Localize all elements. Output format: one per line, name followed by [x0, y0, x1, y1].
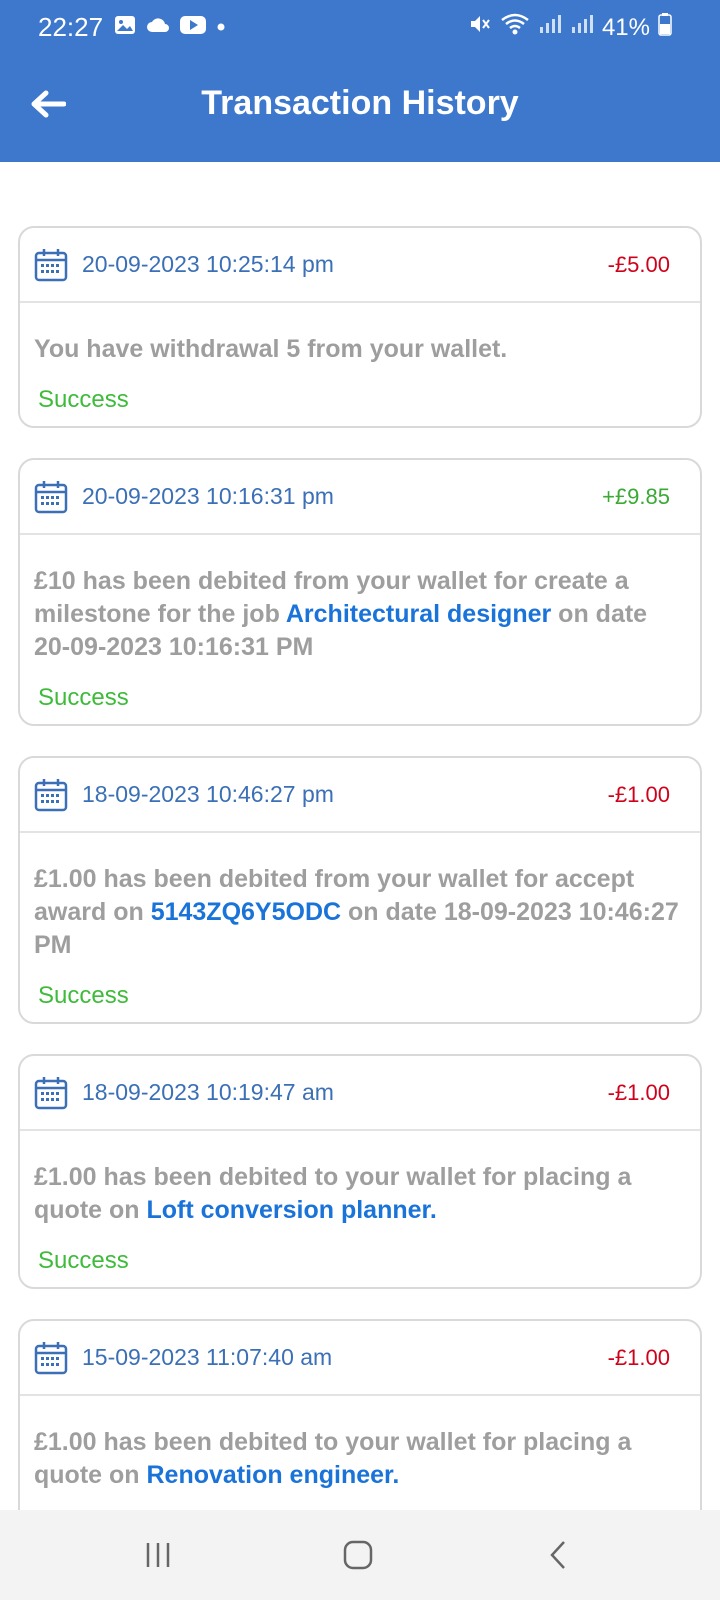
transaction-body: £1.00 has been debited from your wallet …: [20, 833, 700, 1022]
description-text: You have withdrawal 5 from your wallet.: [34, 335, 508, 363]
transaction-description: £1.00 has been debited to your wallet fo…: [34, 1161, 686, 1227]
transaction-header: 18-09-2023 10:19:47 am -£1.00: [20, 1056, 700, 1131]
battery-percent: 41%: [601, 13, 650, 41]
battery-icon: [658, 12, 672, 43]
app-screen: 22:27 41% Transaction History 20-09-2023…: [0, 0, 720, 1600]
calendar-icon: [34, 1341, 68, 1375]
status-label: Success: [38, 1247, 129, 1274]
transaction-card: 18-09-2023 10:19:47 am -£1.00 £1.00 has be…: [18, 1054, 702, 1289]
transaction-date: 20-09-2023 10:16:31 pm: [82, 483, 334, 509]
gallery-icon: [114, 14, 136, 41]
transaction-body: £1.00 has been debited to your wallet fo…: [20, 1131, 700, 1287]
calendar-icon: [34, 480, 68, 514]
cloud-icon: [146, 16, 170, 39]
transaction-description: £10 has been debited from your wallet fo…: [34, 565, 686, 664]
recent-apps-button[interactable]: [118, 1530, 198, 1580]
wifi-icon: [500, 12, 530, 43]
transaction-list: 20-09-2023 10:25:14 pm -£5.00 You have wit…: [18, 226, 702, 1584]
transaction-amount: +£9.85: [602, 483, 670, 509]
signal-icon: [538, 13, 562, 42]
status-label: Success: [38, 386, 129, 413]
recent-apps-icon: [146, 1543, 170, 1567]
signal-icon-2: [570, 13, 594, 42]
transaction-date: 18-09-2023 10:19:47 am: [82, 1079, 334, 1105]
dot-icon: [216, 19, 226, 37]
transaction-amount: -£1.00: [607, 781, 670, 807]
transaction-header: 18-09-2023 10:46:27 pm -£1.00: [20, 758, 700, 833]
transaction-description: £1.00 has been debited to your wallet fo…: [34, 1426, 686, 1492]
transaction-card: 20-09-2023 10:16:31 pm +£9.85 £10 has been…: [18, 458, 702, 726]
transaction-body: £10 has been debited from your wallet fo…: [20, 535, 700, 724]
status-label: Success: [38, 684, 129, 711]
home-icon: [343, 1540, 373, 1570]
notification-icons: [114, 14, 226, 41]
app-header: 22:27 41% Transaction History: [0, 0, 720, 162]
system-icons: 41%: [468, 12, 672, 43]
job-link[interactable]: Loft conversion planner.: [146, 1196, 436, 1224]
job-link[interactable]: Architectural designer: [286, 600, 551, 628]
transaction-body: You have withdrawal 5 from your wallet. S…: [20, 303, 700, 426]
transaction-description: £1.00 has been debited from your wallet …: [34, 863, 686, 962]
transaction-amount: -£1.00: [607, 1079, 670, 1105]
transaction-date: 15-09-2023 11:07:40 am: [82, 1344, 333, 1370]
page-title: Transaction History: [201, 84, 519, 122]
transaction-amount: -£5.00: [607, 251, 670, 277]
back-nav-button[interactable]: [518, 1530, 598, 1580]
status-bar: 22:27 41%: [0, 0, 720, 52]
chevron-left-icon: [550, 1541, 565, 1569]
youtube-icon: [180, 15, 206, 40]
transaction-card: 20-09-2023 10:25:14 pm -£5.00 You have wit…: [18, 226, 702, 428]
mute-icon: [468, 12, 492, 43]
job-link[interactable]: 5143ZQ6Y5ODC: [151, 898, 341, 926]
calendar-icon: [34, 248, 68, 282]
calendar-icon: [34, 778, 68, 812]
status-label: Success: [38, 982, 129, 1009]
transaction-header: 15-09-2023 11:07:40 am -£1.00: [20, 1321, 700, 1396]
transaction-amount: -£1.00: [607, 1344, 670, 1370]
job-link[interactable]: Renovation engineer.: [146, 1461, 399, 1489]
calendar-icon: [34, 1076, 68, 1110]
transaction-card: 18-09-2023 10:46:27 pm -£1.00 £1.00 has be…: [18, 756, 702, 1024]
system-nav-bar: [0, 1510, 720, 1600]
home-button[interactable]: [318, 1530, 398, 1580]
transaction-header: 20-09-2023 10:25:14 pm -£5.00: [20, 228, 700, 303]
transaction-date: 18-09-2023 10:46:27 pm: [82, 781, 334, 807]
transaction-header: 20-09-2023 10:16:31 pm +£9.85: [20, 460, 700, 535]
transaction-date: 20-09-2023 10:25:14 pm: [82, 251, 334, 277]
transaction-description: You have withdrawal 5 from your wallet.: [34, 333, 686, 366]
status-time: 22:27: [38, 12, 104, 42]
